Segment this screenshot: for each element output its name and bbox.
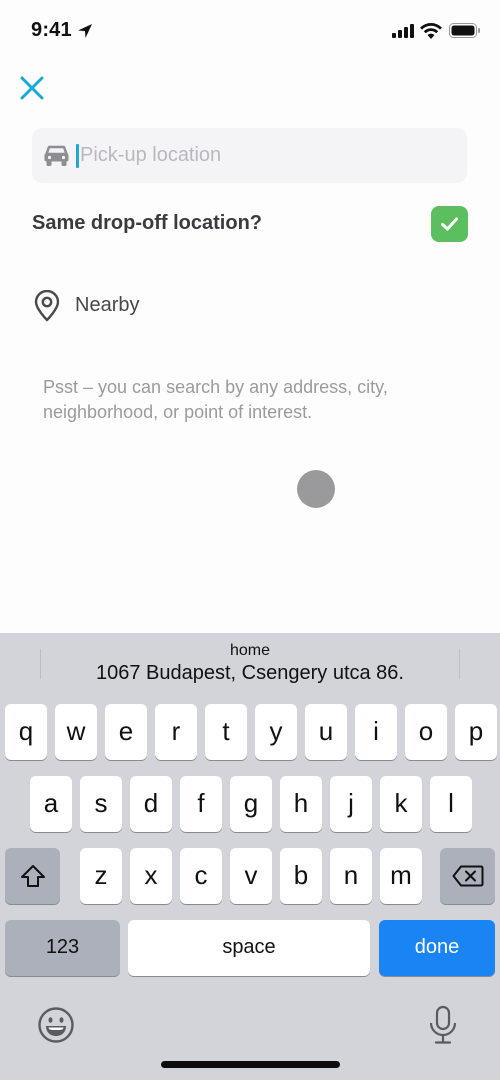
key-p[interactable]: p [455,704,497,760]
nearby-option[interactable]: Nearby [32,288,332,324]
keyboard: home 1067 Budapest, Csengery utca 86. qw… [0,633,500,1080]
key-y[interactable]: y [255,704,297,760]
key-x[interactable]: x [130,848,172,904]
microphone-icon [429,1005,457,1044]
key-r[interactable]: r [155,704,197,760]
car-icon [44,145,69,166]
wifi-icon [420,23,442,39]
key-a[interactable]: a [30,776,72,832]
key-t[interactable]: t [205,704,247,760]
location-pin-icon [34,290,60,322]
delete-key[interactable] [440,848,495,904]
dictation-button[interactable] [428,1005,458,1045]
same-dropoff-row: Same drop-off location? [32,206,468,242]
suggestion-item[interactable]: home 1067 Budapest, Csengery utca 86. [42,641,458,691]
emoji-icon [38,1007,74,1043]
home-indicator [161,1061,340,1068]
key-b[interactable]: b [280,848,322,904]
checkmark-icon [441,217,458,231]
close-icon [20,76,44,100]
backspace-icon [452,865,483,887]
battery-icon [449,23,480,38]
key-n[interactable]: n [330,848,372,904]
text-caret [76,144,79,168]
key-g[interactable]: g [230,776,272,832]
key-w[interactable]: w [55,704,97,760]
key-f[interactable]: f [180,776,222,832]
close-button[interactable] [16,72,48,104]
suggestion-title: home [229,642,271,659]
suggestion-divider [40,649,41,679]
suggestion-address: 1067 Budapest, Csengery utca 86. [96,662,404,684]
key-v[interactable]: v [230,848,272,904]
suggestion-bar: home 1067 Budapest, Csengery utca 86. [0,633,500,695]
key-c[interactable]: c [180,848,222,904]
pickup-location-field[interactable] [32,128,467,183]
key-h[interactable]: h [280,776,322,832]
emoji-button[interactable] [37,1006,75,1044]
touch-indicator [297,470,335,508]
done-key[interactable]: done [379,920,495,976]
shift-icon [20,865,45,887]
key-z[interactable]: z [80,848,122,904]
key-i[interactable]: i [355,704,397,760]
key-l[interactable]: l [430,776,472,832]
location-arrow-icon [78,24,92,38]
key-q[interactable]: q [5,704,47,760]
status-bar: 9:41 [0,0,500,60]
key-u[interactable]: u [305,704,347,760]
shift-key[interactable] [5,848,60,904]
key-j[interactable]: j [330,776,372,832]
pickup-location-input[interactable] [80,128,455,183]
key-o[interactable]: o [405,704,447,760]
search-hint: Psst – you can search by any address, ci… [43,377,388,422]
cellular-signal-icon [392,24,414,38]
status-time: 9:41 [31,19,72,41]
same-dropoff-checkbox[interactable] [431,206,468,242]
space-key[interactable]: space [128,920,370,976]
key-m[interactable]: m [380,848,422,904]
key-d[interactable]: d [130,776,172,832]
key-k[interactable]: k [380,776,422,832]
nearby-label: Nearby [75,294,140,316]
numbers-key[interactable]: 123 [5,920,120,976]
key-s[interactable]: s [80,776,122,832]
suggestion-divider [459,649,460,679]
same-dropoff-label: Same drop-off location? [32,212,262,234]
key-e[interactable]: e [105,704,147,760]
